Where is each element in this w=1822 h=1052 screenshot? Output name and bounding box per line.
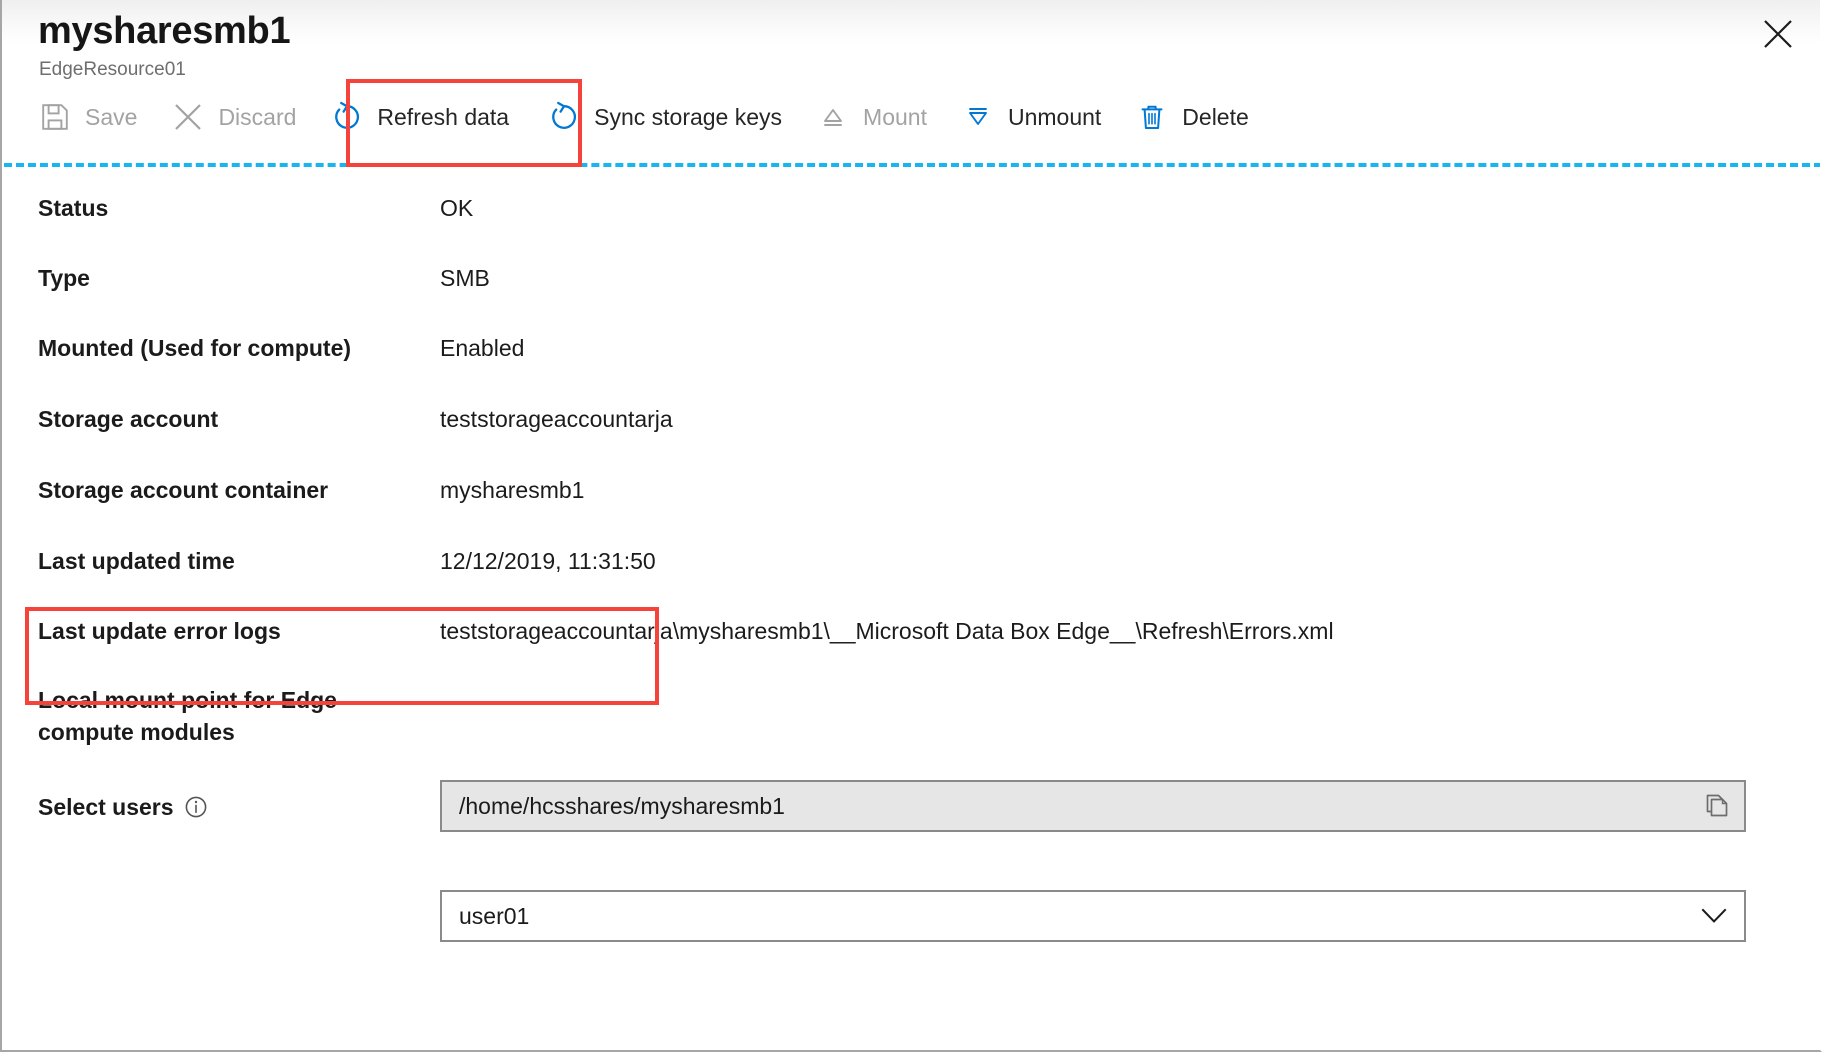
property-label-last-updated-time: Last updated time	[38, 545, 388, 577]
page-subtitle: EdgeResource01	[39, 58, 186, 82]
property-label: Mounted (Used for compute)	[38, 332, 388, 364]
save-button[interactable]: Save	[38, 90, 137, 144]
close-icon	[1763, 19, 1793, 49]
select-users-label-text: Select users	[38, 794, 174, 820]
sync-icon	[547, 100, 581, 134]
property-value: teststorageaccountarja\mysharesmb1\__Mic…	[440, 615, 1334, 647]
page-title: mysharesmb1	[38, 8, 290, 54]
property-value: Enabled	[440, 332, 524, 364]
mount-point-field[interactable]: /home/hcsshares/mysharesmb1	[440, 780, 1746, 832]
select-users-label: Select users	[38, 791, 388, 823]
delete-button-label: Delete	[1182, 102, 1248, 132]
select-users-value: user01	[442, 901, 1684, 931]
discard-button[interactable]: Discard	[171, 90, 296, 144]
sync-storage-keys-button-label: Sync storage keys	[594, 102, 782, 132]
copy-button[interactable]	[1690, 782, 1744, 830]
property-label: Storage account	[38, 403, 388, 435]
property-value-last-updated-time: 12/12/2019, 11:31:50	[440, 545, 656, 577]
mount-point-value: /home/hcsshares/mysharesmb1	[442, 791, 1690, 821]
blade-panel: mysharesmb1 EdgeResource01 Save	[0, 0, 1822, 1052]
command-bar: Save Discard Refresh	[38, 88, 1249, 146]
close-button[interactable]	[1754, 10, 1802, 58]
refresh-data-button-label: Refresh data	[377, 102, 509, 132]
select-users-dropdown[interactable]: user01	[440, 890, 1746, 942]
refresh-data-button[interactable]: Refresh data	[330, 90, 509, 144]
property-label: Status	[38, 192, 388, 224]
mount-point-label-line2: compute modules	[38, 719, 235, 745]
property-value: OK	[440, 192, 473, 224]
delete-button[interactable]: Delete	[1135, 90, 1248, 144]
mount-point-label-line1: Local mount point for Edge	[38, 687, 337, 713]
mount-icon	[816, 100, 850, 134]
unmount-button-label: Unmount	[1008, 102, 1101, 132]
mount-button[interactable]: Mount	[816, 90, 927, 144]
property-value: mysharesmb1	[440, 474, 584, 506]
property-label: Last update error logs	[38, 615, 388, 647]
property-value: SMB	[440, 262, 490, 294]
discard-icon	[171, 100, 205, 134]
refresh-icon	[330, 100, 364, 134]
trash-icon	[1135, 100, 1169, 134]
save-button-label: Save	[85, 102, 137, 132]
property-value: teststorageaccountarja	[440, 403, 673, 435]
blade-header: mysharesmb1 EdgeResource01 Save	[2, 0, 1820, 166]
info-icon[interactable]	[184, 795, 208, 819]
unmount-icon	[961, 100, 995, 134]
mount-button-label: Mount	[863, 102, 927, 132]
save-icon	[38, 100, 72, 134]
unmount-button[interactable]: Unmount	[961, 90, 1101, 144]
sync-storage-keys-button[interactable]: Sync storage keys	[547, 90, 782, 144]
mount-point-label: Local mount point for Edge compute modul…	[38, 684, 388, 748]
property-label: Type	[38, 262, 388, 294]
chevron-down-icon[interactable]	[1684, 892, 1744, 940]
discard-button-label: Discard	[218, 102, 296, 132]
property-label: Storage account container	[38, 474, 388, 506]
copy-icon	[1704, 793, 1730, 819]
